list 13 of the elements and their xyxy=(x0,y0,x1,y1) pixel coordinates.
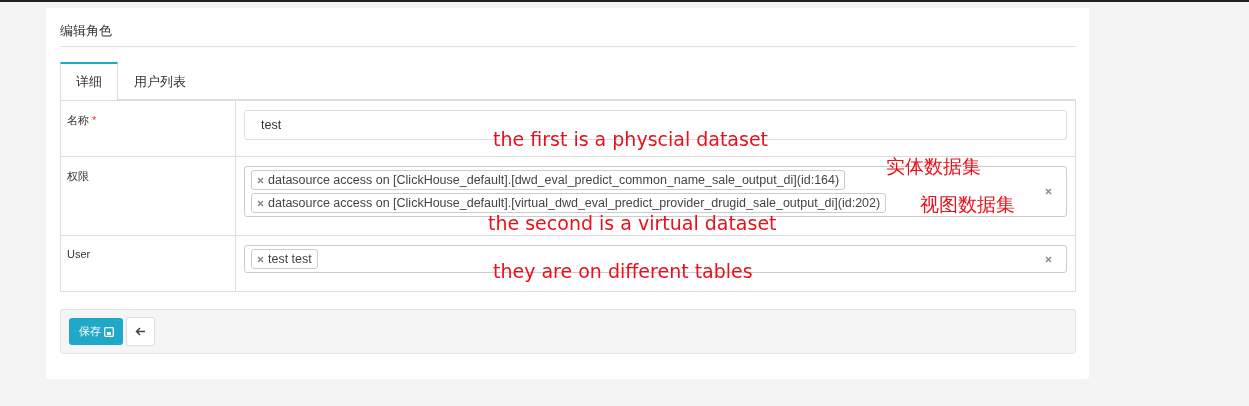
annotation-text: 视图数据集 xyxy=(920,192,1015,216)
field-label: 名称 xyxy=(67,114,89,126)
tab[interactable]: 用户列表 xyxy=(118,64,202,100)
tab[interactable]: 详细 xyxy=(60,62,118,100)
field-label: 权限 xyxy=(67,170,89,182)
tag: datasource access on [ClickHouse_default].[dwd_eval_predict_common_name_sale_output_di](id:164) xyxy=(251,170,846,190)
annotation-text: 实体数据集 xyxy=(886,154,981,178)
field-label: User xyxy=(67,248,91,260)
tag: test test xyxy=(251,249,318,269)
annotation-text: the second is a virtual dataset xyxy=(488,211,777,235)
required-mark: * xyxy=(92,114,97,126)
tag: datasource access on [ClickHouse_default].[virtual_dwd_eval_predict_provider_drugid_sale_output_di](id:202) xyxy=(251,193,887,213)
page-title: 编辑角色 xyxy=(60,20,1076,47)
